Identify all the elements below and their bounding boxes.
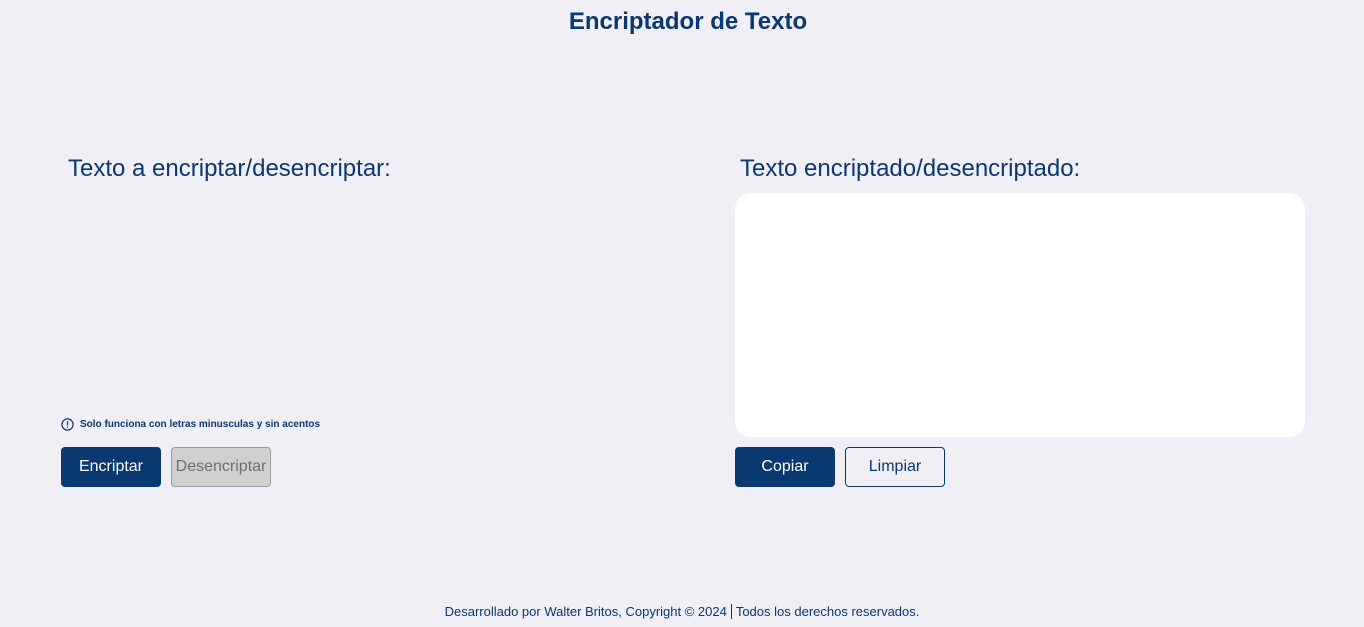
footer-divider [730, 604, 732, 619]
decrypt-button[interactable]: Desencriptar [171, 447, 271, 487]
page-title: Encriptador de Texto [568, 8, 808, 35]
clear-button[interactable]: Limpiar [845, 447, 945, 487]
footer-credit: Desarrollado por Walter Britos, Copyrigh… [444, 604, 727, 619]
input-label: Texto a encriptar/desencriptar: [68, 155, 391, 182]
encrypt-button[interactable]: Encriptar [61, 447, 161, 487]
copy-button[interactable]: Copiar [735, 447, 835, 487]
footer: Desarrollado por Walter Britos, Copyrigh… [0, 604, 1364, 620]
output-box [735, 193, 1305, 437]
notice: Solo funciona con letras minusculas y si… [61, 418, 320, 431]
footer-rights: Todos los derechos reservados. [735, 604, 920, 619]
input-textarea[interactable] [61, 193, 631, 403]
notice-text: Solo funciona con letras minusculas y si… [80, 419, 321, 430]
info-circle-icon [61, 418, 74, 431]
output-label: Texto encriptado/desencriptado: [740, 155, 1081, 182]
